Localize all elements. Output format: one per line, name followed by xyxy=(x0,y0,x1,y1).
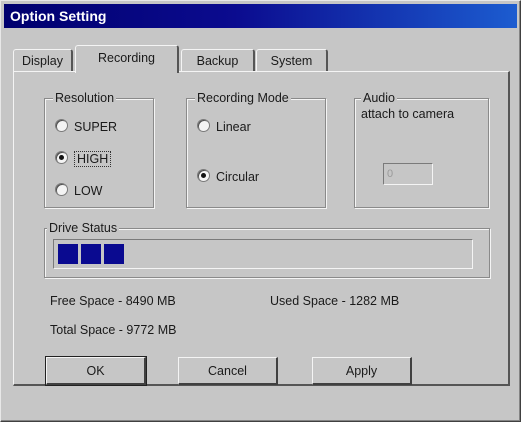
tab-recording[interactable]: Recording xyxy=(75,45,179,73)
progress-segment xyxy=(58,244,78,264)
audio-group: Audio attach to camera 0 xyxy=(354,90,489,208)
radio-button-icon xyxy=(55,119,68,132)
attach-to-camera-label: attach to camera xyxy=(361,107,455,121)
resolution-high-label: HIGH xyxy=(74,151,112,167)
resolution-low-label: LOW xyxy=(74,184,103,198)
ok-button[interactable]: OK xyxy=(45,356,147,386)
radio-button-icon xyxy=(55,183,68,196)
progress-segment xyxy=(104,244,124,264)
title-bar[interactable]: Option Setting xyxy=(4,4,517,28)
window-title: Option Setting xyxy=(10,8,107,24)
recording-tab-panel: Resolution SUPER HIGH LOW Recording Mode… xyxy=(13,71,510,386)
tab-display[interactable]: Display xyxy=(13,49,73,71)
resolution-legend: Resolution xyxy=(53,90,117,106)
audio-camera-input[interactable]: 0 xyxy=(383,163,433,185)
recording-mode-circular-radio[interactable]: Circular xyxy=(197,167,259,187)
resolution-super-radio[interactable]: SUPER xyxy=(55,117,117,137)
resolution-low-radio[interactable]: LOW xyxy=(55,181,102,201)
circular-label: Circular xyxy=(216,170,260,184)
drive-status-group: Drive Status xyxy=(44,220,490,278)
resolution-super-label: SUPER xyxy=(74,120,118,134)
radio-button-icon xyxy=(197,119,210,132)
apply-button[interactable]: Apply xyxy=(312,357,412,385)
used-space-text: Used Space - 1282 MB xyxy=(270,294,400,308)
recording-mode-linear-radio[interactable]: Linear xyxy=(197,117,251,137)
tab-backup[interactable]: Backup xyxy=(181,49,255,71)
progress-segment xyxy=(81,244,101,264)
free-space-text: Free Space - 8490 MB xyxy=(50,294,176,308)
radio-button-checked-icon xyxy=(197,169,210,182)
tab-system[interactable]: System xyxy=(256,49,328,71)
resolution-high-radio[interactable]: HIGH xyxy=(55,149,112,169)
drive-status-legend: Drive Status xyxy=(47,220,120,236)
option-setting-dialog: Option Setting Display Recording Backup … xyxy=(0,0,521,422)
linear-label: Linear xyxy=(216,120,251,134)
total-space-text: Total Space - 9772 MB xyxy=(50,323,177,337)
audio-legend: Audio xyxy=(361,90,397,106)
resolution-group: Resolution SUPER HIGH LOW xyxy=(44,90,154,208)
cancel-button[interactable]: Cancel xyxy=(178,357,278,385)
drive-status-progress-bar xyxy=(53,239,473,269)
progress-fill xyxy=(58,244,126,264)
radio-button-checked-icon xyxy=(55,151,68,164)
recording-mode-legend: Recording Mode xyxy=(195,90,291,106)
recording-mode-group: Recording Mode Linear Circular xyxy=(186,90,326,208)
